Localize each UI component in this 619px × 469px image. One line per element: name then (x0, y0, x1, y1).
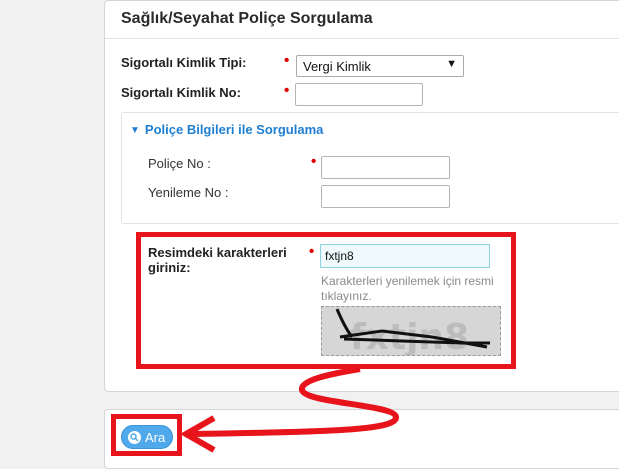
captcha-glyphs: fxtjn8 (350, 317, 469, 356)
chevron-down-icon: ▼ (446, 58, 457, 70)
required-marker: • (284, 82, 290, 99)
search-button-label: Ara (145, 430, 166, 445)
search-icon (128, 431, 141, 444)
kimlik-no-label: Sigortalı Kimlik No: (121, 85, 241, 100)
police-no-input[interactable] (321, 156, 450, 179)
kimlik-tipi-selected: Vergi Kimlik (303, 59, 371, 74)
captcha-drawing: fxtjn8 (322, 307, 500, 356)
policy-section-toggle[interactable]: ▼ Poliçe Bilgileri ile Sorgulama (130, 122, 323, 137)
kimlik-tipi-label: Sigortalı Kimlik Tipi: (121, 55, 247, 70)
captcha-label-line2: giriniz: (148, 260, 191, 275)
required-marker: • (284, 52, 290, 69)
page-title: Sağlık/Seyahat Poliçe Sorgulama (121, 10, 373, 27)
captcha-input[interactable]: fxtjn8 (320, 244, 490, 268)
captcha-hint: Karakterleri yenilemek için resmi tıklay… (321, 274, 494, 303)
required-marker: • (309, 243, 315, 260)
triangle-down-icon: ▼ (130, 125, 140, 136)
police-no-label: Poliçe No : (148, 156, 211, 171)
kimlik-tipi-select[interactable]: Vergi Kimlik ▼ (296, 55, 464, 77)
yenileme-no-input[interactable] (321, 185, 450, 208)
captcha-image[interactable]: fxtjn8 (321, 306, 501, 356)
required-marker: • (311, 153, 317, 170)
search-button[interactable]: Ara (121, 425, 173, 449)
panel-header: Sağlık/Seyahat Poliçe Sorgulama (105, 1, 619, 39)
yenileme-no-label: Yenileme No : (148, 185, 229, 200)
kimlik-no-input[interactable] (295, 83, 423, 106)
captcha-label-line1: Resimdeki karakterleri (148, 245, 287, 260)
policy-section-title: Poliçe Bilgileri ile Sorgulama (144, 122, 324, 137)
